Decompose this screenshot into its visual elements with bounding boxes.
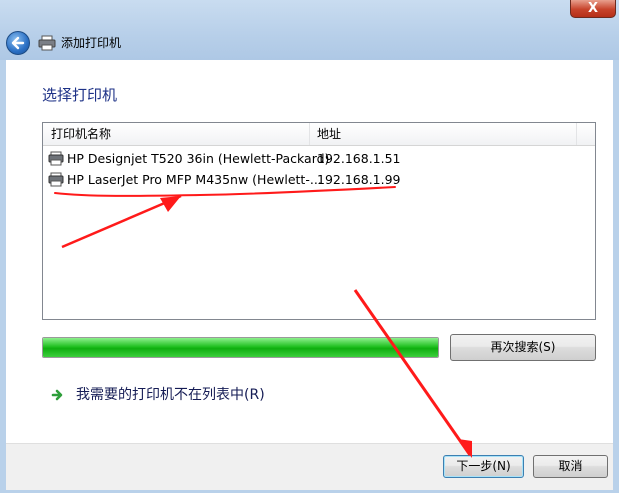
search-again-button[interactable]: 再次搜索(S) <box>450 334 596 361</box>
printer-address: 192.168.1.51 <box>317 151 401 166</box>
printer-icon <box>48 172 64 187</box>
column-header-address[interactable]: 地址 <box>317 126 341 142</box>
green-arrow-icon[interactable] <box>50 387 66 403</box>
printer-icon <box>38 35 56 51</box>
printer-name: HP LaserJet Pro MFP M435nw (Hewlett-... <box>67 172 322 187</box>
column-header-name[interactable]: 打印机名称 <box>51 126 111 142</box>
column-separator <box>576 123 577 145</box>
cancel-button[interactable]: 取消 <box>533 455 608 478</box>
printer-name: HP Designjet T520 36in (Hewlett-Packard) <box>67 151 330 166</box>
printer-list[interactable]: 打印机名称 地址 HP Designjet T520 36in (Hewlett… <box>42 122 596 320</box>
next-button[interactable]: 下一步(N) <box>443 455 524 478</box>
search-progress-bar <box>42 337 439 358</box>
back-button[interactable] <box>6 31 30 55</box>
title-bar <box>0 0 619 60</box>
page-title: 选择打印机 <box>42 86 118 104</box>
printer-not-listed-link[interactable]: 我需要的打印机不在列表中(R) <box>76 386 265 404</box>
column-separator[interactable] <box>309 123 310 145</box>
printer-icon <box>48 151 64 166</box>
window-title: 添加打印机 <box>61 36 122 50</box>
printer-row[interactable]: HP Designjet T520 36in (Hewlett-Packard)… <box>43 149 595 169</box>
printer-address: 192.168.1.99 <box>317 172 401 187</box>
printer-row[interactable]: HP LaserJet Pro MFP M435nw (Hewlett-... … <box>43 170 595 190</box>
list-header: 打印机名称 地址 <box>43 123 595 146</box>
progress-fill <box>43 338 438 357</box>
close-button[interactable]: X <box>570 0 616 18</box>
back-arrow-icon <box>11 36 25 50</box>
